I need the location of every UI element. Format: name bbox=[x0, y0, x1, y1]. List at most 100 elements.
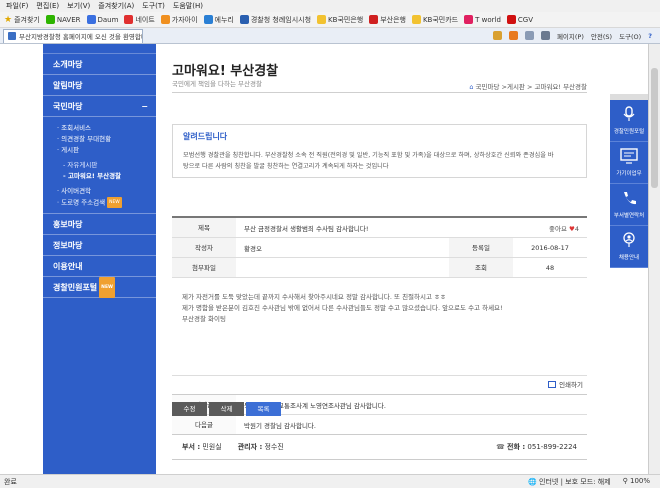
favorites-button[interactable]: ★ 즐겨찾기 bbox=[4, 15, 40, 25]
status-bar: 완료 🌐 인터넷 | 보호 모드: 해제 ⚲ 100% bbox=[0, 474, 660, 488]
lnb-menu-portal[interactable]: 경찰민원포털 NEW bbox=[43, 276, 156, 298]
print-icon bbox=[548, 380, 557, 388]
monitor-icon bbox=[620, 148, 638, 164]
nate-icon bbox=[124, 15, 134, 24]
favorite-enuri[interactable]: 에누리 bbox=[203, 15, 234, 25]
print-button[interactable]: 인쇄하기 bbox=[172, 376, 587, 392]
next-post-row[interactable]: 다음글 박원기 경찰님 감사합니다. bbox=[172, 415, 587, 435]
notice-line-2: 탕으로 다른 사람의 칭찬을 발굴 칭찬하는 연결고리가 계속되게 하자는 것입… bbox=[183, 163, 389, 170]
kb-icon bbox=[317, 15, 327, 24]
new-badge: NEW bbox=[99, 276, 115, 298]
favorite-busanbank[interactable]: 부산은행 bbox=[369, 15, 406, 25]
views-label: 조회 bbox=[449, 258, 513, 277]
favorite-police[interactable]: 경찰청 청례임시시청 bbox=[239, 15, 311, 25]
mail-icon[interactable] bbox=[524, 31, 534, 40]
menu-file[interactable]: 파일(F) bbox=[6, 1, 28, 11]
like-count: 4 bbox=[574, 224, 579, 233]
rss-icon[interactable] bbox=[508, 31, 518, 40]
post-body-line-3: 부산경찰 화이팅 bbox=[182, 315, 226, 323]
lnb-sub-board[interactable]: · 게시판 bbox=[57, 145, 156, 156]
post-author: 황경오 bbox=[244, 244, 262, 253]
favorite-nate[interactable]: 네이트 bbox=[124, 15, 155, 25]
next-post-link[interactable]: 박원기 경찰님 감사합니다. bbox=[236, 420, 587, 430]
menu-edit[interactable]: 편집(E) bbox=[36, 1, 59, 11]
quick-contacts[interactable]: 부서별연락처 bbox=[610, 184, 648, 226]
globe-icon: 🌐 bbox=[528, 477, 537, 486]
menu-favorites[interactable]: 즐겨찾기(A) bbox=[98, 1, 134, 11]
favorite-tworld[interactable]: T world bbox=[464, 15, 501, 24]
favorite-kbcard[interactable]: KB국민카드 bbox=[411, 15, 458, 25]
menu-view[interactable]: 보기(V) bbox=[67, 1, 90, 11]
list-button[interactable]: 목록 bbox=[246, 402, 281, 416]
quick-work[interactable]: 가기이업무 bbox=[610, 142, 648, 184]
page-menu[interactable]: 페이지(P) bbox=[557, 31, 584, 41]
help-icon[interactable]: ? bbox=[648, 32, 652, 40]
delete-button[interactable]: 삭제 bbox=[209, 402, 244, 416]
lnb-menu-citizen[interactable]: 국민마당 − bbox=[43, 96, 156, 117]
quick-portal[interactable]: 경찰민원포털 bbox=[610, 100, 648, 142]
tworld-icon bbox=[464, 15, 474, 24]
person-icon bbox=[623, 232, 635, 247]
browser-menubar: 파일(F) 편집(E) 보기(V) 즐겨찾기(A) 도구(T) 도움말(H) bbox=[0, 0, 660, 12]
page-icon bbox=[203, 15, 213, 24]
like-button[interactable]: 좋아요 ♥4 bbox=[513, 223, 587, 233]
quick-recruit[interactable]: 채용안내 bbox=[610, 226, 648, 268]
menu-help[interactable]: 도움말(H) bbox=[173, 1, 203, 11]
lnb-deep-freeboard[interactable]: - 자유게시판 bbox=[57, 160, 156, 171]
command-bar: 페이지(P) 안전(S) 도구(O) ? bbox=[492, 31, 660, 41]
tab-bar: 부산지방경찰청 홈페이지에 오신 것을 환영합니... 페이지(P) 안전(S)… bbox=[0, 28, 660, 44]
collapse-icon[interactable]: − bbox=[141, 96, 148, 116]
lnb-deep-thanks[interactable]: - 고마워요! 부산경찰 bbox=[57, 171, 156, 182]
page-subtitle: 국민에게 책임을 다하는 부산경찰 bbox=[172, 80, 262, 88]
dept-info: 부서 : 민원실 bbox=[182, 443, 222, 451]
post-author-row: 작성자 황경오 등록일 2016-08-17 bbox=[172, 238, 587, 258]
edit-button[interactable]: 수정 bbox=[172, 402, 207, 416]
post-views: 48 bbox=[545, 263, 555, 272]
lnb-sub-status[interactable]: · 의견경찰 부대현황 bbox=[57, 134, 156, 145]
post-body: 제가 자전거를 도둑 맞았는데 끝까지 수사해서 찾아주시네요 정말 감사합니다… bbox=[172, 278, 587, 376]
lnb-submenu: · 조회서비스 · 의견경찰 부대현황 · 게시판 - 자유게시판 - 고마워요… bbox=[43, 117, 156, 214]
lnb-menu-pr[interactable]: 홍보마당 bbox=[43, 214, 156, 235]
favorite-cgv[interactable]: CGV bbox=[506, 15, 533, 24]
magnifier-icon: ⚲ bbox=[622, 476, 628, 485]
menu-tools[interactable]: 도구(T) bbox=[142, 1, 165, 11]
phone-info: ☎ 전화 : 051-899-2224 bbox=[496, 443, 577, 451]
lnb-menu-notice[interactable]: 알림마당 bbox=[43, 75, 156, 96]
lnb-sub-lookup[interactable]: · 조회서비스 bbox=[57, 123, 156, 134]
quick-menu: 경찰민원포털 가기이업무 부서별연락처 채용안내 bbox=[610, 94, 648, 268]
lnb-menu-info[interactable]: 정보마당 bbox=[43, 235, 156, 256]
zoom-level[interactable]: ⚲ 100% bbox=[623, 477, 650, 487]
home-icon[interactable] bbox=[492, 31, 502, 40]
tools-menu[interactable]: 도구(O) bbox=[619, 31, 641, 41]
post-actions: 수정 삭제 목록 bbox=[172, 402, 281, 416]
lnb-sub-cyber-tour[interactable]: · 사이버견학 bbox=[57, 186, 156, 197]
favorite-daum[interactable]: Daum bbox=[86, 15, 118, 24]
lnb-menu-intro[interactable]: 소개마당 bbox=[43, 54, 156, 75]
vertical-scrollbar[interactable] bbox=[648, 44, 660, 474]
new-badge: NEW bbox=[107, 197, 122, 208]
notice-heading: 알려드립니다 bbox=[183, 132, 228, 141]
star-icon: ★ bbox=[4, 14, 13, 25]
notice-box: 알려드립니다 모범선행 경찰관을 칭찬합니다. 부산경찰청 소속 전 직원(전의… bbox=[172, 124, 587, 178]
security-zone: 🌐 인터넷 | 보호 모드: 해제 bbox=[528, 477, 611, 486]
home-icon[interactable]: ⌂ bbox=[469, 83, 473, 91]
page-manager-info: 부서 : 민원실 관리자 : 정수진 ☎ 전화 : 051-899-2224 bbox=[172, 434, 587, 460]
lnb-menu-guide[interactable]: 이용안내 bbox=[43, 256, 156, 277]
favorites-bar: ★ 즐겨찾기 NAVER Daum 네이트 가자아이 에누리 경찰청 청례임시시… bbox=[0, 12, 660, 28]
favorite-naver[interactable]: NAVER bbox=[45, 15, 81, 24]
cgv-icon bbox=[506, 15, 516, 24]
printer-icon[interactable] bbox=[540, 31, 550, 40]
daum-icon bbox=[86, 15, 96, 24]
browser-tab[interactable]: 부산지방경찰청 홈페이지에 오신 것을 환영합니... bbox=[3, 28, 143, 43]
naver-icon bbox=[45, 15, 55, 24]
favorite-gajai[interactable]: 가자아이 bbox=[160, 15, 198, 25]
lnb-sub-address[interactable]: · 도로명 주소검색 NEW bbox=[57, 197, 156, 209]
prev-post-link[interactable]: 북부 경찰서 교통조사계 노영연조사관님 감사합니다. bbox=[236, 400, 587, 410]
page-viewport: 소개마당 알림마당 국민마당 − · 조회서비스 · 의견경찰 부대현황 · 게… bbox=[0, 44, 648, 474]
scrollbar-thumb[interactable] bbox=[651, 68, 658, 188]
favorite-kbbank[interactable]: KB국민은행 bbox=[317, 15, 363, 25]
next-label: 다음글 bbox=[172, 415, 236, 434]
subject-label: 제목 bbox=[172, 218, 236, 237]
safety-menu[interactable]: 안전(S) bbox=[591, 31, 612, 41]
post-body-line-2: 제가 명함을 받은분이 김호진 수사관님 밖에 없어서 다른 수사관님들도 정말… bbox=[182, 304, 503, 312]
